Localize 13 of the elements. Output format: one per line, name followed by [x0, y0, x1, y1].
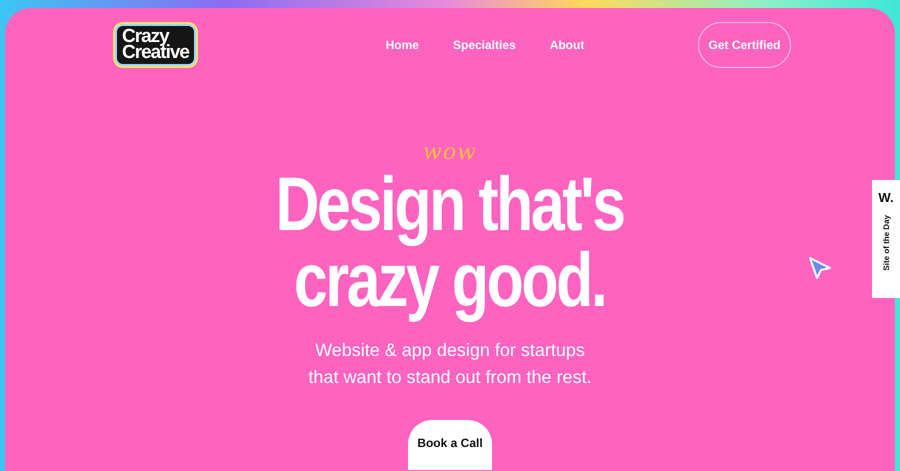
book-call-button[interactable]: Book a Call — [408, 420, 492, 470]
get-certified-button[interactable]: Get Certified — [698, 22, 791, 68]
nav-link[interactable]: About — [550, 38, 584, 52]
cursor-icon — [808, 256, 832, 280]
nav-link[interactable]: Home — [386, 38, 419, 52]
subtitle: that want to stand out from the rest. — [308, 366, 592, 388]
eyebrow-text: wow — [423, 140, 477, 165]
badge-mark: W. — [878, 190, 894, 205]
nav-link[interactable]: Specialties — [452, 38, 516, 52]
logo[interactable]: Crazy Creative — [115, 24, 196, 66]
badge-label: Site of the Day — [882, 215, 890, 271]
subtitle: Website & app design for startups — [315, 339, 585, 361]
award-badge[interactable]: W. Site of the Day — [872, 180, 900, 298]
